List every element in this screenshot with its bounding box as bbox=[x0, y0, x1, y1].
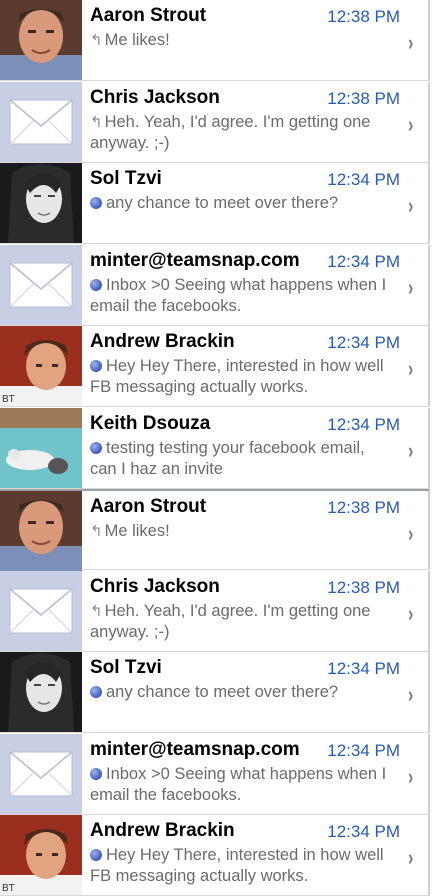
sender-name: minter@teamsnap.com bbox=[90, 739, 300, 760]
unread-dot-icon bbox=[90, 197, 102, 209]
preview-text: Inbox >0 Seeing what happens when I emai… bbox=[90, 765, 387, 804]
message-row[interactable]: BT Andrew Brackin 12:34 PM Hey Hey There, … bbox=[0, 326, 430, 407]
chevron-right-icon[interactable]: › bbox=[408, 845, 413, 871]
message-time: 12:34 PM bbox=[327, 333, 400, 352]
envelope-avatar-icon bbox=[0, 245, 82, 325]
sender-name: Sol Tzvi bbox=[90, 657, 162, 678]
preview-text: Hey Hey There, interested in how well FB… bbox=[90, 846, 384, 885]
svg-text:BT: BT bbox=[2, 883, 15, 894]
message-preview: any chance to meet over there? bbox=[90, 682, 395, 703]
message-list: Aaron Strout 12:38 PM ↰ Me likes! › Chris Ja… bbox=[0, 0, 432, 896]
reply-icon: ↰ bbox=[90, 32, 103, 49]
sender-name: Andrew Brackin bbox=[90, 820, 235, 841]
sender-name: Sol Tzvi bbox=[90, 168, 162, 189]
message-row[interactable]: Chris Jackson 12:38 PM ↰ Heh. Yeah, I'd agr… bbox=[0, 571, 430, 652]
message-time: 12:38 PM bbox=[327, 89, 400, 108]
message-time: 12:34 PM bbox=[327, 741, 400, 760]
message-preview: Hey Hey There, interested in how well FB… bbox=[90, 845, 395, 887]
message-time: 12:38 PM bbox=[327, 578, 400, 597]
chevron-right-icon[interactable]: › bbox=[408, 682, 413, 708]
message-preview: testing testing your facebook email, can… bbox=[90, 438, 395, 480]
message-row[interactable]: Aaron Strout 12:38 PM ↰ Me likes! › bbox=[0, 489, 430, 571]
avatar bbox=[0, 408, 82, 488]
message-preview: ↰ Heh. Yeah, I'd agree. I'm getting one a… bbox=[90, 112, 395, 154]
preview-text: Inbox >0 Seeing what happens when I emai… bbox=[90, 276, 387, 315]
message-preview: any chance to meet over there? bbox=[90, 193, 395, 214]
avatar bbox=[0, 163, 82, 243]
message-time: 12:34 PM bbox=[327, 170, 400, 189]
reply-icon: ↰ bbox=[90, 114, 103, 131]
message-preview: ↰ Me likes! bbox=[90, 30, 395, 51]
chevron-right-icon[interactable]: › bbox=[408, 30, 413, 56]
message-time: 12:34 PM bbox=[327, 252, 400, 271]
message-row[interactable]: Sol Tzvi 12:34 PM any chance to meet over … bbox=[0, 163, 430, 244]
unread-dot-icon bbox=[90, 686, 102, 698]
avatar bbox=[0, 491, 82, 571]
preview-text: any chance to meet over there? bbox=[106, 194, 339, 212]
sender-name: Aaron Strout bbox=[90, 5, 207, 26]
preview-text: any chance to meet over there? bbox=[106, 683, 339, 701]
sender-name: Andrew Brackin bbox=[90, 331, 235, 352]
avatar bbox=[0, 0, 82, 80]
chevron-right-icon[interactable]: › bbox=[408, 521, 413, 547]
chevron-right-icon[interactable]: › bbox=[408, 275, 413, 301]
avatar: BT bbox=[0, 815, 82, 895]
message-preview: ↰ Me likes! bbox=[90, 521, 395, 542]
svg-text:BT: BT bbox=[2, 394, 15, 405]
preview-text: Heh. Yeah, I'd agree. I'm getting one an… bbox=[90, 113, 371, 152]
message-row[interactable]: Aaron Strout 12:38 PM ↰ Me likes! › bbox=[0, 0, 430, 81]
sender-name: Chris Jackson bbox=[90, 87, 220, 108]
message-time: 12:38 PM bbox=[327, 498, 400, 517]
preview-text: Me likes! bbox=[104, 31, 170, 49]
chevron-right-icon[interactable]: › bbox=[408, 193, 413, 219]
message-row[interactable]: minter@teamsnap.com 12:34 PM Inbox >0 Seei… bbox=[0, 734, 430, 815]
preview-text: Me likes! bbox=[104, 522, 170, 540]
preview-text: testing testing your facebook email, can… bbox=[90, 439, 365, 478]
message-preview: Inbox >0 Seeing what happens when I emai… bbox=[90, 764, 395, 806]
chevron-right-icon[interactable]: › bbox=[408, 438, 413, 464]
message-time: 12:38 PM bbox=[327, 7, 400, 26]
chevron-right-icon[interactable]: › bbox=[408, 356, 413, 382]
sender-name: Chris Jackson bbox=[90, 576, 220, 597]
message-row[interactable]: Sol Tzvi 12:34 PM any chance to meet over … bbox=[0, 652, 430, 733]
preview-text: Heh. Yeah, I'd agree. I'm getting one an… bbox=[90, 602, 371, 641]
envelope-avatar-icon bbox=[0, 734, 82, 814]
unread-dot-icon bbox=[90, 279, 102, 291]
message-preview: ↰ Heh. Yeah, I'd agree. I'm getting one a… bbox=[90, 601, 395, 643]
reply-icon: ↰ bbox=[90, 603, 103, 620]
sender-name: Aaron Strout bbox=[90, 496, 207, 517]
unread-dot-icon bbox=[90, 360, 102, 372]
sender-name: minter@teamsnap.com bbox=[90, 250, 300, 271]
message-preview: Hey Hey There, interested in how well FB… bbox=[90, 356, 395, 398]
sender-name: Keith Dsouza bbox=[90, 413, 211, 434]
message-time: 12:34 PM bbox=[327, 659, 400, 678]
envelope-avatar-icon bbox=[0, 82, 82, 162]
message-row[interactable]: Keith Dsouza 12:34 PM testing testing your… bbox=[0, 408, 430, 489]
preview-text: Hey Hey There, interested in how well FB… bbox=[90, 357, 384, 396]
chevron-right-icon[interactable]: › bbox=[408, 112, 413, 138]
unread-dot-icon bbox=[90, 768, 102, 780]
message-preview: Inbox >0 Seeing what happens when I emai… bbox=[90, 275, 395, 317]
chevron-right-icon[interactable]: › bbox=[408, 601, 413, 627]
message-row[interactable]: BT Andrew Brackin 12:34 PM Hey Hey There, … bbox=[0, 815, 430, 896]
message-time: 12:34 PM bbox=[327, 822, 400, 841]
unread-dot-icon bbox=[90, 849, 102, 861]
unread-dot-icon bbox=[90, 442, 102, 454]
message-row[interactable]: Chris Jackson 12:38 PM ↰ Heh. Yeah, I'd agr… bbox=[0, 82, 430, 163]
message-time: 12:34 PM bbox=[327, 415, 400, 434]
avatar bbox=[0, 652, 82, 732]
message-row[interactable]: minter@teamsnap.com 12:34 PM Inbox >0 Seei… bbox=[0, 245, 430, 326]
chevron-right-icon[interactable]: › bbox=[408, 764, 413, 790]
reply-icon: ↰ bbox=[90, 523, 103, 540]
avatar: BT bbox=[0, 326, 82, 406]
envelope-avatar-icon bbox=[0, 571, 82, 651]
